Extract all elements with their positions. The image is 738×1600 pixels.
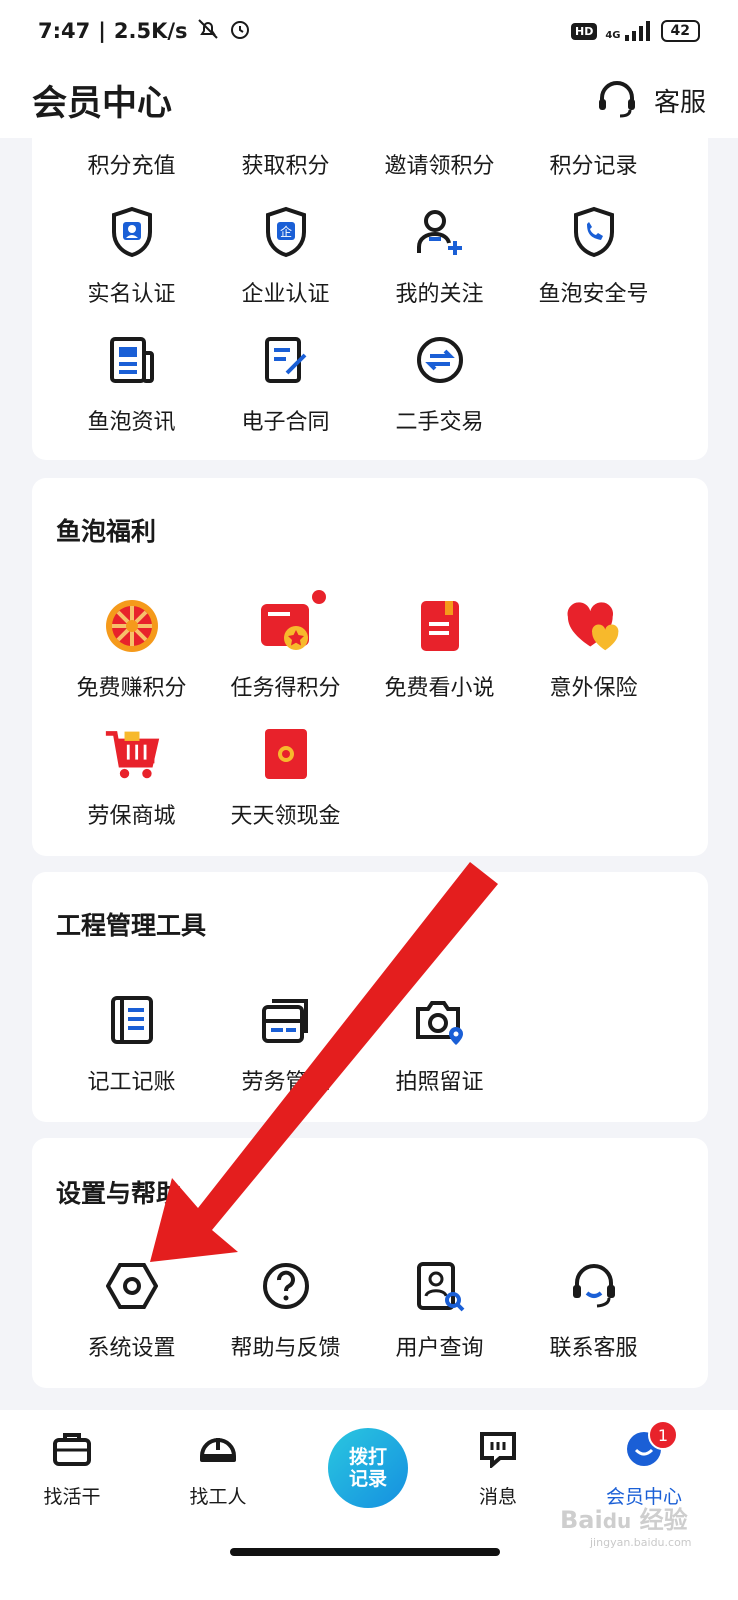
labor-cards-icon xyxy=(258,992,314,1048)
red-envelope-icon xyxy=(258,726,314,782)
free-points-item[interactable]: 免费赚积分 xyxy=(53,598,210,702)
welfare-card: 鱼泡福利 免费赚积分 任务得积分 免费看小说 意外保险 劳保商城 天天领现金 xyxy=(32,478,708,856)
user-query-item[interactable]: 用户查询 xyxy=(361,1258,518,1362)
nav-find-workers[interactable]: 找工人 xyxy=(158,1430,278,1509)
welfare-title: 鱼泡福利 xyxy=(56,517,157,546)
real-name-auth-item[interactable]: 实名认证 xyxy=(53,204,210,308)
safety-number-item[interactable]: 鱼泡安全号 xyxy=(515,204,672,308)
nav-messages[interactable]: 消息 xyxy=(438,1430,558,1509)
task-points-item[interactable]: 任务得积分 xyxy=(207,590,364,702)
photo-evidence-item[interactable]: 拍照留证 xyxy=(361,992,518,1096)
task-card-icon xyxy=(258,590,326,654)
question-circle-icon xyxy=(258,1258,314,1314)
points-record-link[interactable]: 积分记录 xyxy=(515,148,672,180)
customer-service-button[interactable]: 客服 xyxy=(596,80,706,120)
hd-badge: HD xyxy=(571,22,598,40)
notification-badge: 1 xyxy=(648,1420,678,1450)
shopping-cart-icon xyxy=(104,726,160,782)
news-icon xyxy=(104,332,160,388)
member-icon: 1 xyxy=(624,1420,678,1472)
my-follows-item[interactable]: 我的关注 xyxy=(361,204,518,308)
enterprise-auth-item[interactable]: 企 企业认证 xyxy=(207,204,364,308)
ledger-icon xyxy=(104,992,160,1048)
status-speed: 2.5K/s xyxy=(113,19,188,43)
work-ledger-item[interactable]: 记工记账 xyxy=(53,992,210,1096)
mute-bell-icon xyxy=(196,17,220,46)
new-dot xyxy=(311,590,326,604)
nav-find-work[interactable]: 找活干 xyxy=(12,1430,132,1509)
contact-support-item[interactable]: 联系客服 xyxy=(515,1258,672,1362)
settings-title: 设置与帮助 xyxy=(56,1179,182,1208)
shield-person-icon xyxy=(104,204,160,260)
tools-title: 工程管理工具 xyxy=(56,911,207,940)
message-icon xyxy=(478,1430,518,1472)
engineering-tools-card: 工程管理工具 记工记账 劳务管理 拍照留证 xyxy=(32,872,708,1122)
labor-mall-item[interactable]: 劳保商城 xyxy=(53,726,210,830)
daily-cash-item[interactable]: 天天领现金 xyxy=(207,726,364,830)
headset-icon xyxy=(598,81,635,118)
system-settings-item[interactable]: 系统设置 xyxy=(53,1258,210,1362)
baidu-watermark: Baidu 经验 xyxy=(560,1506,688,1534)
status-bar: 7:47 | 2.5K/s HD 4G 42 xyxy=(0,0,738,62)
briefcase-icon xyxy=(52,1430,92,1472)
user-search-icon xyxy=(412,1258,468,1314)
page-title: 会员中心 xyxy=(32,83,173,124)
second-hand-item[interactable]: 二手交易 xyxy=(361,332,518,436)
battery-indicator: 42 xyxy=(660,20,700,42)
points-recharge-link[interactable]: 积分充值 xyxy=(53,148,210,180)
hardhat-icon xyxy=(198,1430,238,1472)
svg-text:企: 企 xyxy=(279,224,291,239)
alarm-icon xyxy=(228,17,252,46)
labor-management-item[interactable]: 劳务管理 xyxy=(207,992,364,1096)
home-indicator[interactable] xyxy=(230,1548,500,1556)
shield-phone-icon xyxy=(566,204,622,260)
lucky-wheel-icon xyxy=(104,598,160,654)
signal-icon: 4G xyxy=(605,21,652,41)
book-icon xyxy=(412,598,468,654)
headset-icon xyxy=(566,1258,622,1314)
help-feedback-item[interactable]: 帮助与反馈 xyxy=(207,1258,364,1362)
shield-enterprise-icon: 企 xyxy=(258,204,314,260)
get-points-link[interactable]: 获取积分 xyxy=(207,148,364,180)
accident-insurance-item[interactable]: 意外保险 xyxy=(515,598,672,702)
call-record-button[interactable]: 拨打 记录 xyxy=(328,1428,408,1508)
person-add-icon xyxy=(412,204,468,260)
customer-service-label: 客服 xyxy=(653,87,706,118)
hearts-icon xyxy=(566,598,622,654)
baidu-watermark-url: jingyan.baidu.com xyxy=(590,1536,692,1549)
status-time: 7:47 xyxy=(38,19,91,43)
exchange-icon xyxy=(412,332,468,388)
nav-member-center[interactable]: 1 会员中心 xyxy=(584,1420,704,1509)
hexagon-nut-icon xyxy=(104,1258,160,1314)
camera-location-icon xyxy=(412,992,468,1048)
account-services-card: 积分充值 获取积分 邀请领积分 积分记录 实名认证 企 企业认证 我的关注 鱼泡… xyxy=(32,138,708,460)
news-item[interactable]: 鱼泡资讯 xyxy=(53,332,210,436)
page-header: 会员中心 客服 xyxy=(0,62,738,138)
e-contract-item[interactable]: 电子合同 xyxy=(207,332,364,436)
contract-edit-icon xyxy=(258,332,314,388)
free-novels-item[interactable]: 免费看小说 xyxy=(361,598,518,702)
invite-points-link[interactable]: 邀请领积分 xyxy=(361,148,518,180)
settings-help-card: 设置与帮助 系统设置 帮助与反馈 用户查询 联系客服 xyxy=(32,1138,708,1388)
